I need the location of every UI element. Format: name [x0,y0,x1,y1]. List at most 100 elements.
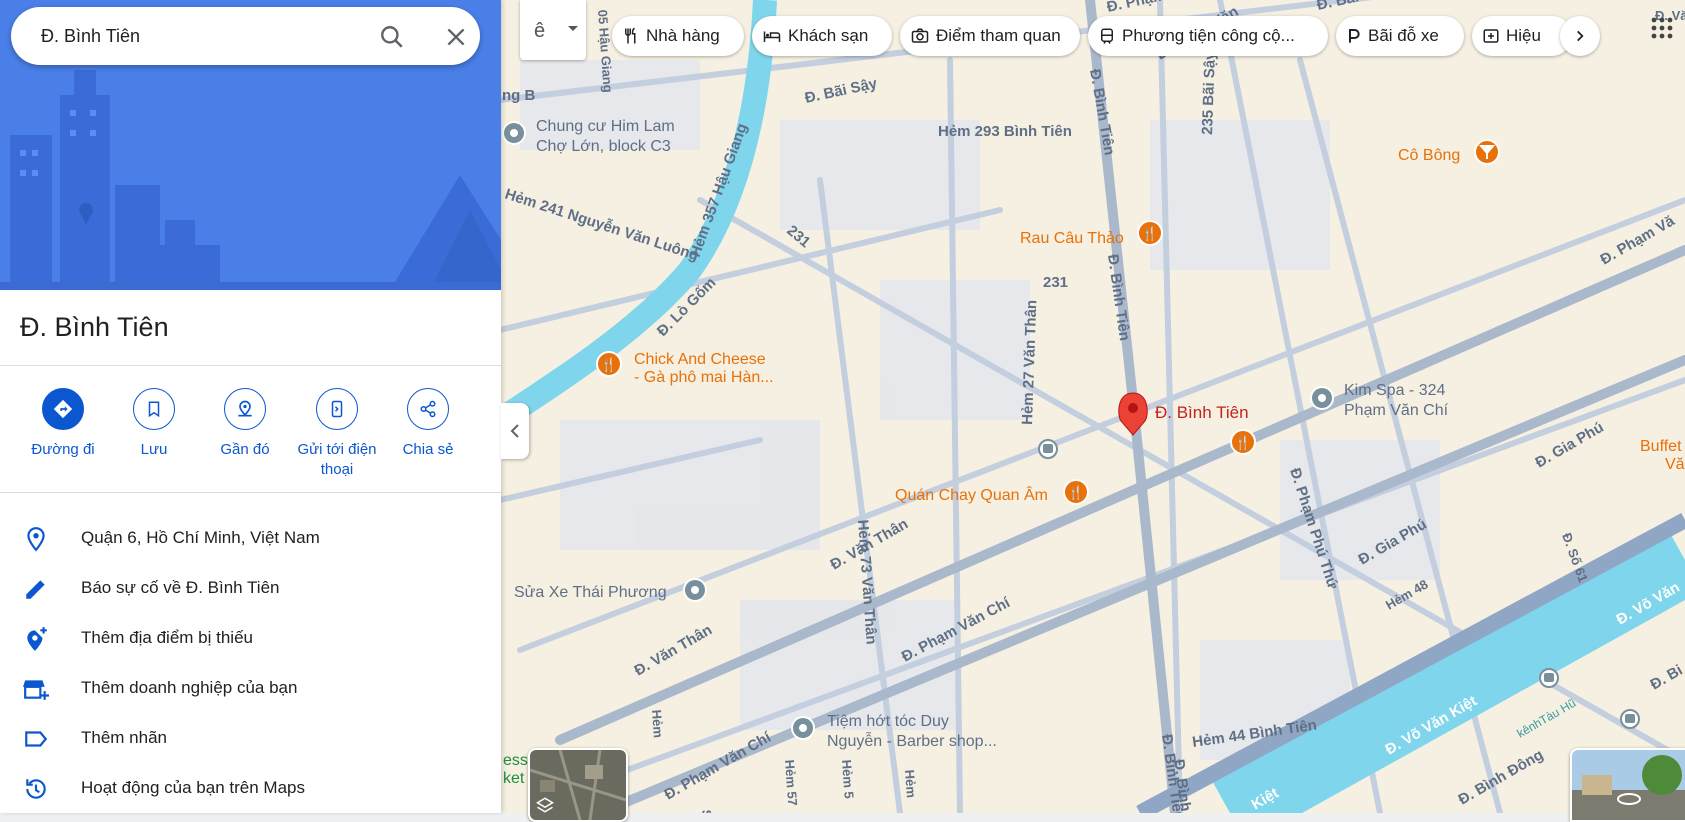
chip-label: Điểm tham quan [936,26,1061,46]
action-buttons: Đường đi Lưu Gần đó Gửi tới điện thoại C… [0,388,501,488]
chip-label: Bãi đỗ xe [1368,26,1439,46]
poi-label: Phạm Văn Chí [1344,402,1449,419]
svg-text:🍴: 🍴 [1142,226,1158,242]
address-text: Quận 6, Hồ Chí Minh, Việt Nam [81,528,320,548]
chip-label: Hiệu [1506,26,1541,46]
chip-attractions[interactable]: Điểm tham quan [900,16,1080,56]
maps-activity-row[interactable]: Hoạt động của bạn trên Maps [0,763,501,813]
place-panel: Đ. Bình Tiên Đ. Bình Tiên Đường đi Lưu G… [0,0,501,813]
poi-label: Rau Câu Thảo [1020,230,1124,247]
poi-marker[interactable]: ess ket [503,752,528,787]
poi-label: Văn [1665,456,1685,473]
divider [0,492,501,493]
street-label: Hẻm 5 [839,759,857,799]
svg-text:🍴: 🍴 [1068,485,1084,501]
action-label: Chia sẻ [378,440,478,460]
send-to-phone-button[interactable]: Gửi tới điện thoại [287,388,387,480]
action-label: Gần đó [195,440,295,460]
poi-label: Chung cư Him Lam [536,118,675,135]
chip-parking[interactable]: Bãi đỗ xe [1336,16,1464,56]
poi-label: ket [503,770,525,787]
pharmacy-icon [1482,27,1500,45]
chevron-left-icon [510,424,520,438]
chip-label: Phương tiện công cộ... [1122,26,1295,46]
apps-grid-icon [1650,16,1674,40]
restaurant-icon [622,27,640,45]
pencil-icon [23,576,49,602]
street-label: Sơ [699,809,715,813]
collapse-panel-button[interactable] [501,403,529,459]
action-label: Gửi tới điện thoại [287,440,387,480]
poi-label: Tiệm hớt tóc Duy [827,713,949,730]
address-row[interactable]: Quận 6, Hồ Chí Minh, Việt Nam [0,513,501,563]
camera-icon [910,27,930,45]
search-icon[interactable] [379,24,405,50]
action-label: Đường đi [13,440,113,460]
add-business-row[interactable]: Thêm doanh nghiệp của bạn [0,663,501,713]
chip-pharmacy[interactable]: Hiệu [1472,16,1572,56]
street-label: Hẻm 293 Bình Tiên [938,123,1072,140]
layers-toggle[interactable] [528,748,628,822]
poi-label: ess [503,752,528,769]
poi-label: Buffet [1640,438,1682,455]
google-apps-button[interactable] [1650,16,1674,45]
poi-label: Cô Bông [1398,147,1460,164]
report-issue-text: Báo sự cố về Đ. Bình Tiên [81,578,279,598]
directions-icon [42,388,84,430]
selected-location-label: Đ. Bình Tiên [1155,403,1249,422]
search-box[interactable]: Đ. Bình Tiên [11,7,480,65]
poi-label: Chợ Lớn, block C3 [536,138,671,155]
maps-activity-text: Hoạt động của bạn trên Maps [81,778,305,798]
add-label-row[interactable]: Thêm nhãn [0,713,501,763]
nearby-icon [224,388,266,430]
bookmark-icon [133,388,175,430]
bus-stop-icon[interactable] [1039,440,1057,458]
share-button[interactable]: Chia sẻ [378,388,478,460]
street-view-thumbnail[interactable] [1570,748,1685,822]
chevron-down-icon [568,26,578,31]
poi-label: Chick And Cheese [634,351,766,368]
chips-next-button[interactable] [1560,16,1600,56]
chip-label: Khách sạn [788,26,868,46]
rotate-360-icon [1616,790,1642,808]
add-business-text: Thêm doanh nghiệp của bạn [81,678,297,698]
divider [0,365,501,366]
street-label: Hẻm [649,709,666,738]
street-label: ng B [502,87,535,104]
chip-restaurants[interactable]: Nhà hàng [612,16,744,56]
poi-label: Sửa Xe Thái Phương [514,584,667,601]
chip-label: Nhà hàng [646,26,720,46]
svg-text:🍴: 🍴 [601,357,617,373]
svg-text:🍴: 🍴 [1235,435,1251,451]
poi-marker[interactable]: 🍴 [1231,430,1255,454]
close-icon[interactable] [443,24,469,50]
add-location-icon [23,626,49,652]
street-label: 231 [1043,274,1068,291]
share-icon [407,388,449,430]
report-issue-row[interactable]: Báo sự cố về Đ. Bình Tiên [0,563,501,613]
poi-label: Quán Chay Quan Âm [895,485,1048,504]
language-switcher[interactable]: ê [520,0,586,60]
action-label: Lưu [104,440,204,460]
chip-hotels[interactable]: Khách sạn [752,16,892,56]
location-pin-icon [23,526,49,552]
directions-button[interactable]: Đường đi [13,388,113,460]
nearby-button[interactable]: Gần đó [195,388,295,460]
language-label: ê [534,20,545,43]
street-label: 235 Bãi Sậy [1199,51,1219,136]
bus-stop-icon[interactable] [1540,669,1558,687]
transit-icon [1098,27,1116,45]
chip-transit[interactable]: Phương tiện công cộ... [1088,16,1328,56]
poi-label: Kim Spa - 324 [1344,382,1445,399]
street-view-image [1572,750,1685,820]
add-business-icon [23,676,49,702]
add-missing-place-row[interactable]: Thêm địa điểm bị thiếu [0,613,501,663]
send-to-phone-icon [316,388,358,430]
bus-stop-icon[interactable] [1621,710,1639,728]
hotel-icon [762,27,782,45]
parking-icon [1346,27,1362,45]
save-button[interactable]: Lưu [104,388,204,460]
search-input[interactable]: Đ. Bình Tiên [41,26,140,47]
poi-label: - Gà phô mai Hàn... [634,369,774,386]
label-icon [23,726,49,752]
